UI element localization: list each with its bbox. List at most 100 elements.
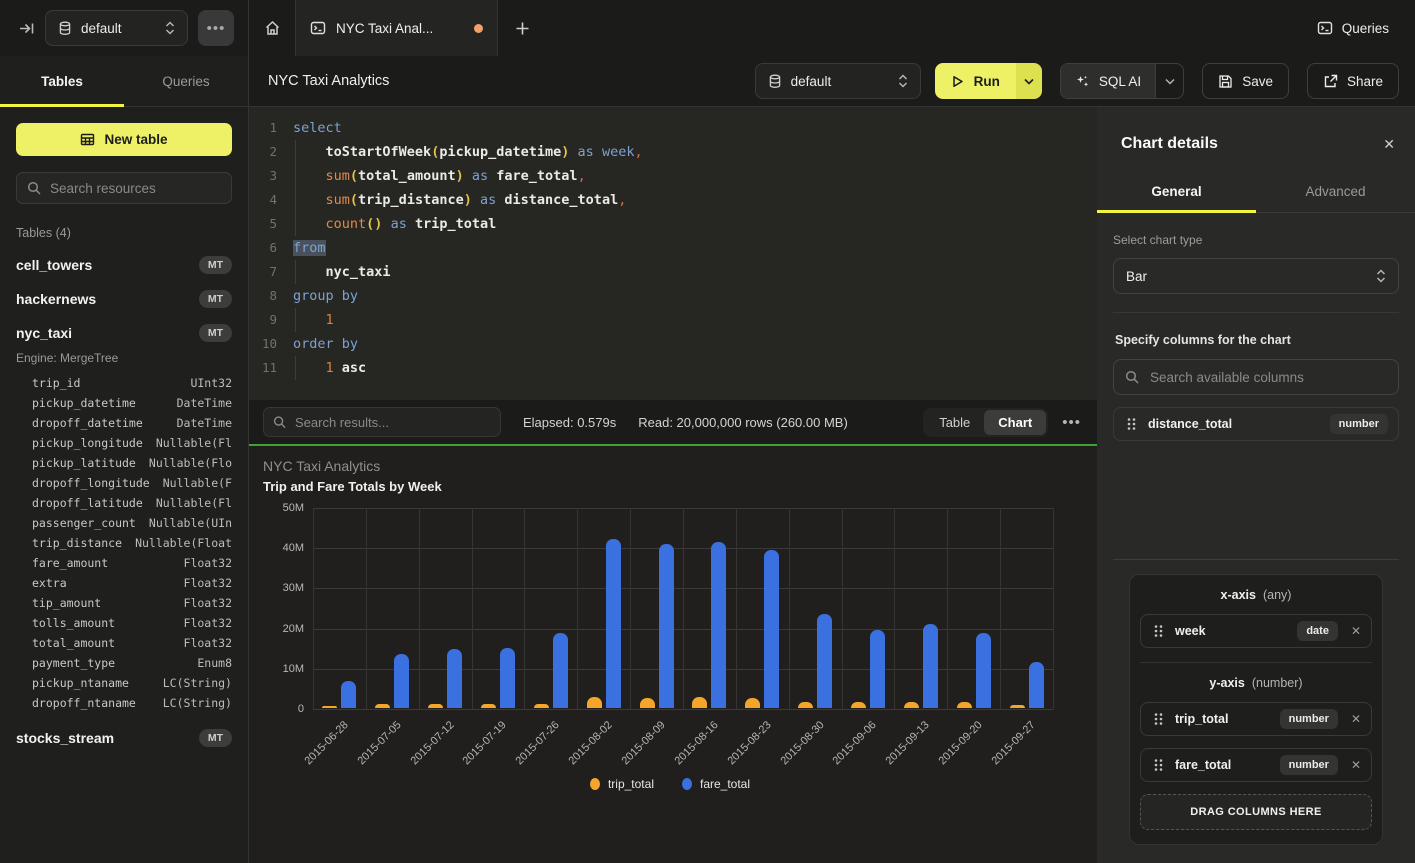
- bar-fare_total[interactable]: [870, 630, 885, 708]
- tab-advanced[interactable]: Advanced: [1256, 173, 1415, 212]
- tab-nyc-taxi-analytics[interactable]: NYC Taxi Anal...: [296, 0, 498, 56]
- bar-trip_total[interactable]: [587, 697, 602, 708]
- remove-icon[interactable]: ✕: [1351, 624, 1361, 638]
- bar-trip_total[interactable]: [957, 702, 972, 708]
- bar-group[interactable]: [419, 507, 472, 708]
- bar-trip_total[interactable]: [534, 704, 549, 708]
- sidebar-tab-tables[interactable]: Tables: [0, 56, 124, 106]
- column-row[interactable]: dropoff_datetime DateTime: [16, 413, 232, 433]
- column-row[interactable]: trip_distance Nullable(Float: [16, 533, 232, 553]
- bar-trip_total[interactable]: [798, 702, 813, 708]
- column-row[interactable]: extra Float32: [16, 573, 232, 593]
- search-resources-input[interactable]: [16, 172, 232, 204]
- column-row[interactable]: fare_amount Float32: [16, 553, 232, 573]
- column-row[interactable]: pickup_latitude Nullable(Flo: [16, 453, 232, 473]
- editor-line[interactable]: 6from: [249, 236, 1097, 260]
- column-chip-week[interactable]: weekdate✕: [1140, 614, 1372, 648]
- remove-icon[interactable]: ✕: [1351, 712, 1361, 726]
- bar-group[interactable]: [366, 507, 419, 708]
- column-row[interactable]: payment_type Enum8: [16, 653, 232, 673]
- sql-ai-button[interactable]: SQL AI: [1061, 64, 1155, 98]
- bar-group[interactable]: [683, 507, 736, 708]
- table-row[interactable]: cell_towers MT: [16, 256, 232, 274]
- run-database-selector[interactable]: default: [755, 63, 921, 99]
- sql-editor[interactable]: 1select2 toStartOfWeek(pickup_datetime) …: [249, 107, 1097, 400]
- bar-fare_total[interactable]: [606, 539, 621, 708]
- share-button[interactable]: Share: [1307, 63, 1399, 99]
- chart-legend[interactable]: trip_total fare_total: [263, 777, 1077, 791]
- column-row[interactable]: tip_amount Float32: [16, 593, 232, 613]
- bar-group[interactable]: [577, 507, 630, 708]
- bar-group[interactable]: [894, 507, 947, 708]
- legend-item-fare_total[interactable]: fare_total: [682, 777, 750, 791]
- bar-fare_total[interactable]: [341, 681, 356, 708]
- results-more-button[interactable]: •••: [1062, 414, 1081, 431]
- bar-fare_total[interactable]: [1029, 662, 1044, 708]
- bar-fare_total[interactable]: [976, 633, 991, 708]
- column-row[interactable]: pickup_ntaname LC(String): [16, 673, 232, 693]
- column-row[interactable]: total_amount Float32: [16, 633, 232, 653]
- bar-group[interactable]: [313, 507, 366, 708]
- bar-chart-plot[interactable]: 010M20M30M40M50M: [313, 508, 1053, 709]
- remove-icon[interactable]: ✕: [1351, 758, 1361, 772]
- bar-fare_total[interactable]: [711, 542, 726, 708]
- legend-item-trip_total[interactable]: trip_total: [590, 777, 654, 791]
- column-row[interactable]: tolls_amount Float32: [16, 613, 232, 633]
- bar-fare_total[interactable]: [394, 654, 409, 708]
- search-results-input[interactable]: [263, 407, 501, 437]
- bar-trip_total[interactable]: [322, 706, 337, 708]
- bar-group[interactable]: [630, 507, 683, 708]
- table-row[interactable]: stocks_stream MT: [16, 729, 232, 747]
- run-button[interactable]: Run: [935, 63, 1016, 99]
- editor-line[interactable]: 9 1: [249, 308, 1097, 332]
- run-options-button[interactable]: [1016, 63, 1042, 99]
- bar-trip_total[interactable]: [745, 698, 760, 708]
- bar-fare_total[interactable]: [817, 614, 832, 708]
- bar-trip_total[interactable]: [375, 704, 390, 708]
- sidebar-collapse-icon[interactable]: [18, 20, 35, 37]
- bar-group[interactable]: [472, 507, 525, 708]
- bar-group[interactable]: [947, 507, 1000, 708]
- bar-trip_total[interactable]: [692, 697, 707, 708]
- bar-fare_total[interactable]: [659, 544, 674, 708]
- column-row[interactable]: passenger_count Nullable(UIn: [16, 513, 232, 533]
- drag-columns-dropzone[interactable]: DRAG COLUMNS HERE: [1140, 794, 1372, 830]
- editor-line[interactable]: 11 1 asc: [249, 356, 1097, 380]
- bar-fare_total[interactable]: [553, 633, 568, 708]
- bar-fare_total[interactable]: [500, 648, 515, 708]
- queries-button[interactable]: Queries: [1291, 0, 1415, 56]
- database-selector[interactable]: default: [45, 10, 188, 46]
- editor-line[interactable]: 5 count() as trip_total: [249, 212, 1097, 236]
- toggle-chart[interactable]: Chart: [984, 410, 1046, 435]
- sql-ai-options-button[interactable]: [1155, 64, 1183, 98]
- sidebar-tab-queries[interactable]: Queries: [124, 56, 248, 106]
- bar-trip_total[interactable]: [428, 704, 443, 708]
- table-row[interactable]: hackernews MT: [16, 290, 232, 308]
- editor-line[interactable]: 10order by: [249, 332, 1097, 356]
- bar-group[interactable]: [736, 507, 789, 708]
- column-row[interactable]: pickup_datetime DateTime: [16, 393, 232, 413]
- bar-trip_total[interactable]: [904, 702, 919, 708]
- bar-trip_total[interactable]: [1010, 705, 1025, 708]
- bar-group[interactable]: [1000, 507, 1053, 708]
- editor-line[interactable]: 8group by: [249, 284, 1097, 308]
- chart-type-select[interactable]: Bar: [1113, 258, 1399, 294]
- editor-line[interactable]: 4 sum(trip_distance) as distance_total,: [249, 188, 1097, 212]
- column-chip-fare_total[interactable]: fare_totalnumber✕: [1140, 748, 1372, 782]
- editor-line[interactable]: 3 sum(total_amount) as fare_total,: [249, 164, 1097, 188]
- bar-group[interactable]: [789, 507, 842, 708]
- editor-line[interactable]: 1select: [249, 116, 1097, 140]
- home-button[interactable]: [249, 0, 296, 56]
- bar-trip_total[interactable]: [640, 698, 655, 708]
- column-chip-trip_total[interactable]: trip_totalnumber✕: [1140, 702, 1372, 736]
- editor-line[interactable]: 7 nyc_taxi: [249, 260, 1097, 284]
- sidebar-more-button[interactable]: •••: [198, 10, 234, 46]
- bar-fare_total[interactable]: [764, 550, 779, 708]
- search-columns-input[interactable]: [1113, 359, 1399, 395]
- column-row[interactable]: pickup_longitude Nullable(Fl: [16, 433, 232, 453]
- toggle-table[interactable]: Table: [925, 410, 984, 435]
- bar-group[interactable]: [842, 507, 895, 708]
- column-row[interactable]: dropoff_latitude Nullable(Fl: [16, 493, 232, 513]
- tab-general[interactable]: General: [1097, 173, 1256, 212]
- table-row[interactable]: nyc_taxi MT: [16, 324, 232, 342]
